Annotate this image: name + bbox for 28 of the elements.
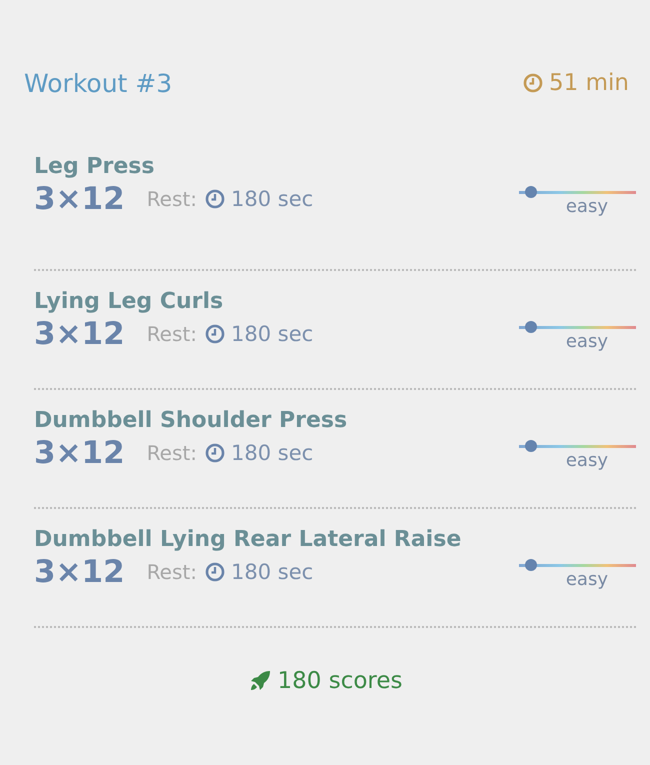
exercise-name: Leg Press	[34, 154, 156, 179]
exercise-name: Dumbbell Shoulder Press	[34, 408, 348, 433]
sets-reps: 3×12	[34, 316, 125, 352]
duration-text: 51 min	[549, 70, 629, 96]
clock-icon	[205, 189, 225, 209]
workout-title: Workout #3	[24, 68, 172, 98]
exercise-name: Lying Leg Curls	[34, 289, 224, 314]
sets-reps: 3×12	[34, 181, 125, 217]
rest-time: 180 sec	[231, 560, 314, 584]
rest-time: 180 sec	[231, 322, 314, 346]
rest-label: Rest:	[146, 322, 197, 346]
sets-reps: 3×12	[34, 554, 125, 590]
difficulty-label: easy	[566, 331, 608, 352]
clock-icon	[205, 324, 225, 344]
clock-icon	[205, 443, 225, 463]
difficulty-label: easy	[566, 450, 608, 471]
difficulty-label: easy	[566, 196, 608, 217]
exercise-name: Dumbbell Lying Rear Lateral Raise	[34, 527, 462, 552]
clock-icon	[523, 73, 544, 93]
difficulty-label: easy	[566, 569, 608, 590]
clock-icon	[205, 562, 225, 582]
score-text: 180 scores	[278, 668, 402, 694]
rest-label: Rest:	[146, 187, 197, 211]
sets-reps: 3×12	[34, 435, 125, 471]
rest-time: 180 sec	[231, 441, 314, 465]
rest-label: Rest:	[146, 560, 197, 584]
rest-time: 180 sec	[231, 187, 314, 211]
rest-label: Rest:	[146, 441, 197, 465]
